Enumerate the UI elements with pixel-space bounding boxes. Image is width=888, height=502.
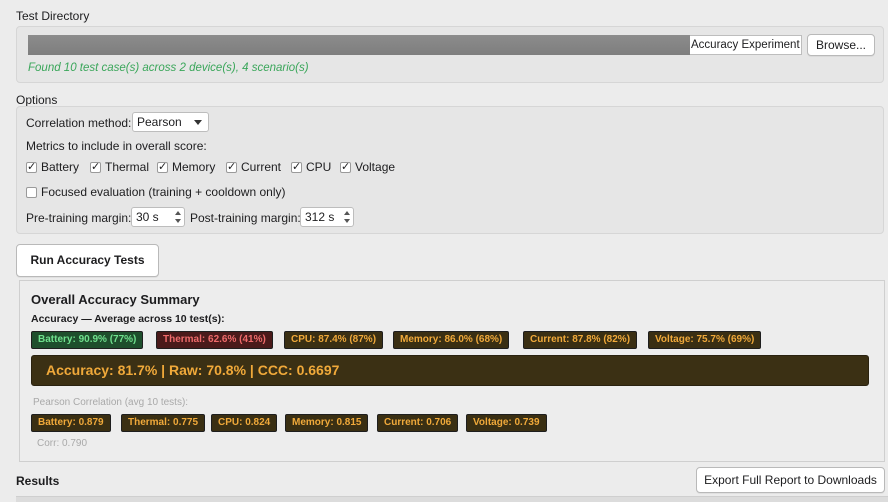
accuracy-badge-memory: Memory: 86.0% (68%) [393, 331, 510, 349]
browse-button[interactable]: Browse... [807, 34, 875, 56]
metric-voltage-checkbox[interactable]: Voltage [340, 160, 395, 174]
checkbox-icon [291, 160, 302, 173]
pearson-badge-current: Current: 0.706 [377, 414, 459, 432]
found-status-text: Found 10 test case(s) across 2 device(s)… [28, 62, 309, 74]
correlation-method-label: Correlation method: [26, 116, 132, 130]
metric-battery-label: Battery [41, 160, 80, 174]
accuracy-badge-thermal: Thermal: 62.6% (41%) [156, 331, 273, 349]
summary-title: Overall Accuracy Summary [31, 292, 200, 307]
accuracy-badge-battery: Battery: 90.9% (77%) [31, 331, 144, 349]
stepper-arrows-icon[interactable] [173, 209, 182, 225]
pearson-badge-memory: Memory: 0.815 [285, 414, 369, 432]
checkbox-icon [90, 160, 101, 173]
checkbox-icon [26, 160, 37, 173]
pearson-badge-thermal: Thermal: 0.775 [121, 414, 206, 432]
results-title: Results [16, 474, 60, 488]
correlation-method-value: Pearson [137, 115, 182, 129]
run-accuracy-tests-button[interactable]: Run Accuracy Tests [16, 244, 159, 277]
accuracy-badge-voltage: Voltage: 75.7% (69%) [648, 331, 762, 349]
corr-text: Corr: 0.790 [37, 438, 88, 449]
metric-voltage-label: Voltage [355, 160, 396, 174]
pre-training-margin-label: Pre-training margin: [26, 211, 132, 225]
correlation-method-select[interactable]: Pearson [132, 112, 209, 132]
focused-evaluation-label: Focused evaluation (training + cooldown … [41, 185, 286, 199]
results-area-edge [16, 496, 888, 502]
pearson-badge-voltage: Voltage: 0.739 [466, 414, 547, 432]
pearson-correlation-label: Pearson Correlation (avg 10 tests): [33, 397, 189, 408]
pearson-badge-cpu: CPU: 0.824 [211, 414, 278, 432]
options-title: Options [16, 93, 58, 107]
checkbox-icon [157, 160, 168, 173]
post-training-margin-stepper[interactable]: 312 s [300, 207, 354, 227]
pearson-badge-battery: Battery: 0.879 [31, 414, 111, 432]
test-directory-title: Test Directory [16, 9, 90, 23]
metric-memory-label: Memory [172, 160, 216, 174]
accuracy-badge-current: Current: 87.8% (82%) [523, 331, 638, 349]
checkbox-icon [340, 160, 351, 173]
export-report-button[interactable]: Export Full Report to Downloads [696, 467, 885, 493]
metric-memory-checkbox[interactable]: Memory [157, 160, 215, 174]
accuracy-badge-cpu: CPU: 87.4% (87%) [284, 331, 384, 349]
pre-training-margin-value: 30 s [136, 210, 159, 224]
post-training-margin-label: Post-training margin: [190, 211, 301, 225]
post-training-margin-value: 312 s [305, 210, 335, 224]
metric-cpu-checkbox[interactable]: CPU [291, 160, 331, 174]
metric-thermal-label: Thermal [105, 160, 150, 174]
checkbox-icon [226, 160, 237, 173]
path-redacted-bar [28, 35, 690, 55]
summary-subtitle: Accuracy — Average across 10 test(s): [31, 313, 225, 325]
chevron-down-icon [194, 120, 202, 125]
stepper-arrows-icon[interactable] [342, 209, 351, 225]
metric-thermal-checkbox[interactable]: Thermal [90, 160, 149, 174]
metric-current-label: Current [241, 160, 282, 174]
path-field[interactable]: Accuracy Experiment [690, 35, 802, 55]
metrics-label: Metrics to include in overall score: [26, 139, 207, 153]
metric-current-checkbox[interactable]: Current [226, 160, 281, 174]
checkbox-icon [26, 186, 37, 198]
metric-cpu-label: CPU [306, 160, 332, 174]
overall-accuracy-banner: Accuracy: 81.7% | Raw: 70.8% | CCC: 0.66… [31, 355, 869, 386]
metric-battery-checkbox[interactable]: Battery [26, 160, 79, 174]
focused-evaluation-checkbox[interactable]: Focused evaluation (training + cooldown … [26, 185, 285, 199]
pre-training-margin-stepper[interactable]: 30 s [131, 207, 185, 227]
